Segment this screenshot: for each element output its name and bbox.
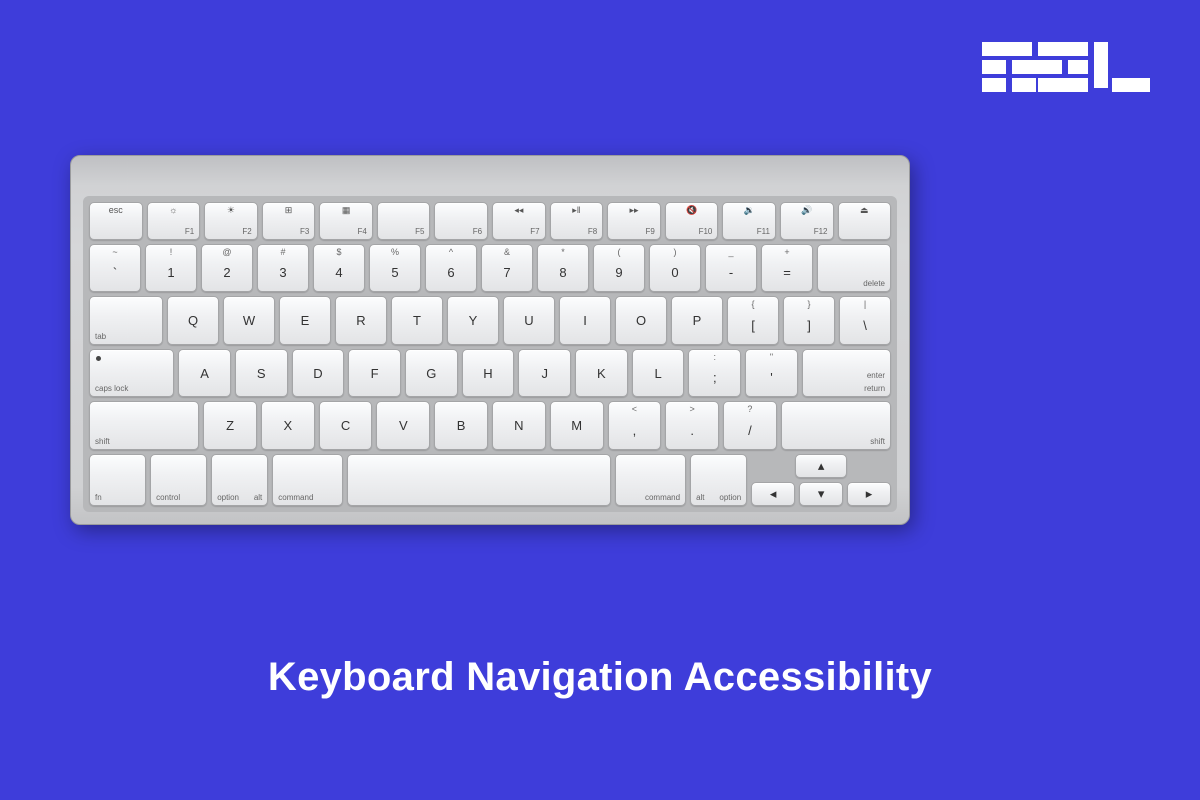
key-G: G: [405, 349, 458, 398]
key-F12: 🔊F12: [780, 202, 834, 240]
key-0: )0: [649, 244, 701, 293]
key-caps-lock: caps lock: [89, 349, 174, 398]
key-2: @2: [201, 244, 253, 293]
key-F: F: [348, 349, 401, 398]
key-Y: Y: [447, 296, 499, 345]
key-K: K: [575, 349, 628, 398]
key-U: U: [503, 296, 555, 345]
key-R: R: [335, 296, 387, 345]
key-shift-right: shift: [781, 401, 891, 450]
key-D: D: [292, 349, 345, 398]
key-control: control: [150, 454, 207, 506]
arrow-cluster: ▴◂▾▸: [751, 454, 891, 506]
key-M: M: [550, 401, 604, 450]
key-\: |\: [839, 296, 891, 345]
key-': "': [745, 349, 798, 398]
key-8: *8: [537, 244, 589, 293]
key-F2: ☀F2: [204, 202, 258, 240]
key-=: +=: [761, 244, 813, 293]
key-fn: fn: [89, 454, 146, 506]
key-esc: esc: [89, 202, 143, 240]
key-[: {[: [727, 296, 779, 345]
key-7: &7: [481, 244, 533, 293]
key-L: L: [632, 349, 685, 398]
key-tab: tab: [89, 296, 163, 345]
key-space: [347, 454, 612, 506]
key-9: (9: [593, 244, 645, 293]
key-option-right: altoption: [690, 454, 747, 506]
key-V: V: [376, 401, 430, 450]
key-6: ^6: [425, 244, 477, 293]
key-]: }]: [783, 296, 835, 345]
key-arrow-right: ▸: [847, 482, 891, 506]
key-/: ?/: [723, 401, 777, 450]
key-J: J: [518, 349, 571, 398]
key-return: enterreturn: [802, 349, 891, 398]
key-X: X: [261, 401, 315, 450]
keyboard-illustration: esc☼F1☀F2⊞F3▦F4F5F6◂◂F7▸‖F8▸▸F9🔇F10🔉F11🔊…: [70, 155, 910, 525]
key-T: T: [391, 296, 443, 345]
key-A: A: [178, 349, 231, 398]
key-4: $4: [313, 244, 365, 293]
key-1: !1: [145, 244, 197, 293]
key-F7: ◂◂F7: [492, 202, 546, 240]
key-F9: ▸▸F9: [607, 202, 661, 240]
key-.: >.: [665, 401, 719, 450]
key-N: N: [492, 401, 546, 450]
key-E: E: [279, 296, 331, 345]
key-C: C: [319, 401, 373, 450]
key-F4: ▦F4: [319, 202, 373, 240]
key-F10: 🔇F10: [665, 202, 719, 240]
key-Q: Q: [167, 296, 219, 345]
key-Z: Z: [203, 401, 257, 450]
key-5: %5: [369, 244, 421, 293]
key-B: B: [434, 401, 488, 450]
key-F8: ▸‖F8: [550, 202, 604, 240]
key-I: I: [559, 296, 611, 345]
key-`: ~`: [89, 244, 141, 293]
key-F5: F5: [377, 202, 431, 240]
key--: _-: [705, 244, 757, 293]
key-command-left: command: [272, 454, 343, 506]
key-option-left: optionalt: [211, 454, 268, 506]
key-,: <,: [608, 401, 662, 450]
key-arrow-left: ◂: [751, 482, 795, 506]
key-3: #3: [257, 244, 309, 293]
key-arrow-down: ▾: [799, 482, 843, 506]
ael-logo: [982, 36, 1152, 96]
key-⏏: ⏏: [838, 202, 892, 240]
page-title: Keyboard Navigation Accessibility: [0, 655, 1200, 700]
key-shift-left: shift: [89, 401, 199, 450]
key-command-right: command: [615, 454, 686, 506]
key-F3: ⊞F3: [262, 202, 316, 240]
key-H: H: [462, 349, 515, 398]
key-S: S: [235, 349, 288, 398]
key-delete: delete: [817, 244, 891, 293]
key-P: P: [671, 296, 723, 345]
key-;: :;: [688, 349, 741, 398]
key-arrow-up: ▴: [795, 454, 847, 478]
key-F1: ☼F1: [147, 202, 201, 240]
key-W: W: [223, 296, 275, 345]
key-F6: F6: [434, 202, 488, 240]
key-F11: 🔉F11: [722, 202, 776, 240]
key-O: O: [615, 296, 667, 345]
